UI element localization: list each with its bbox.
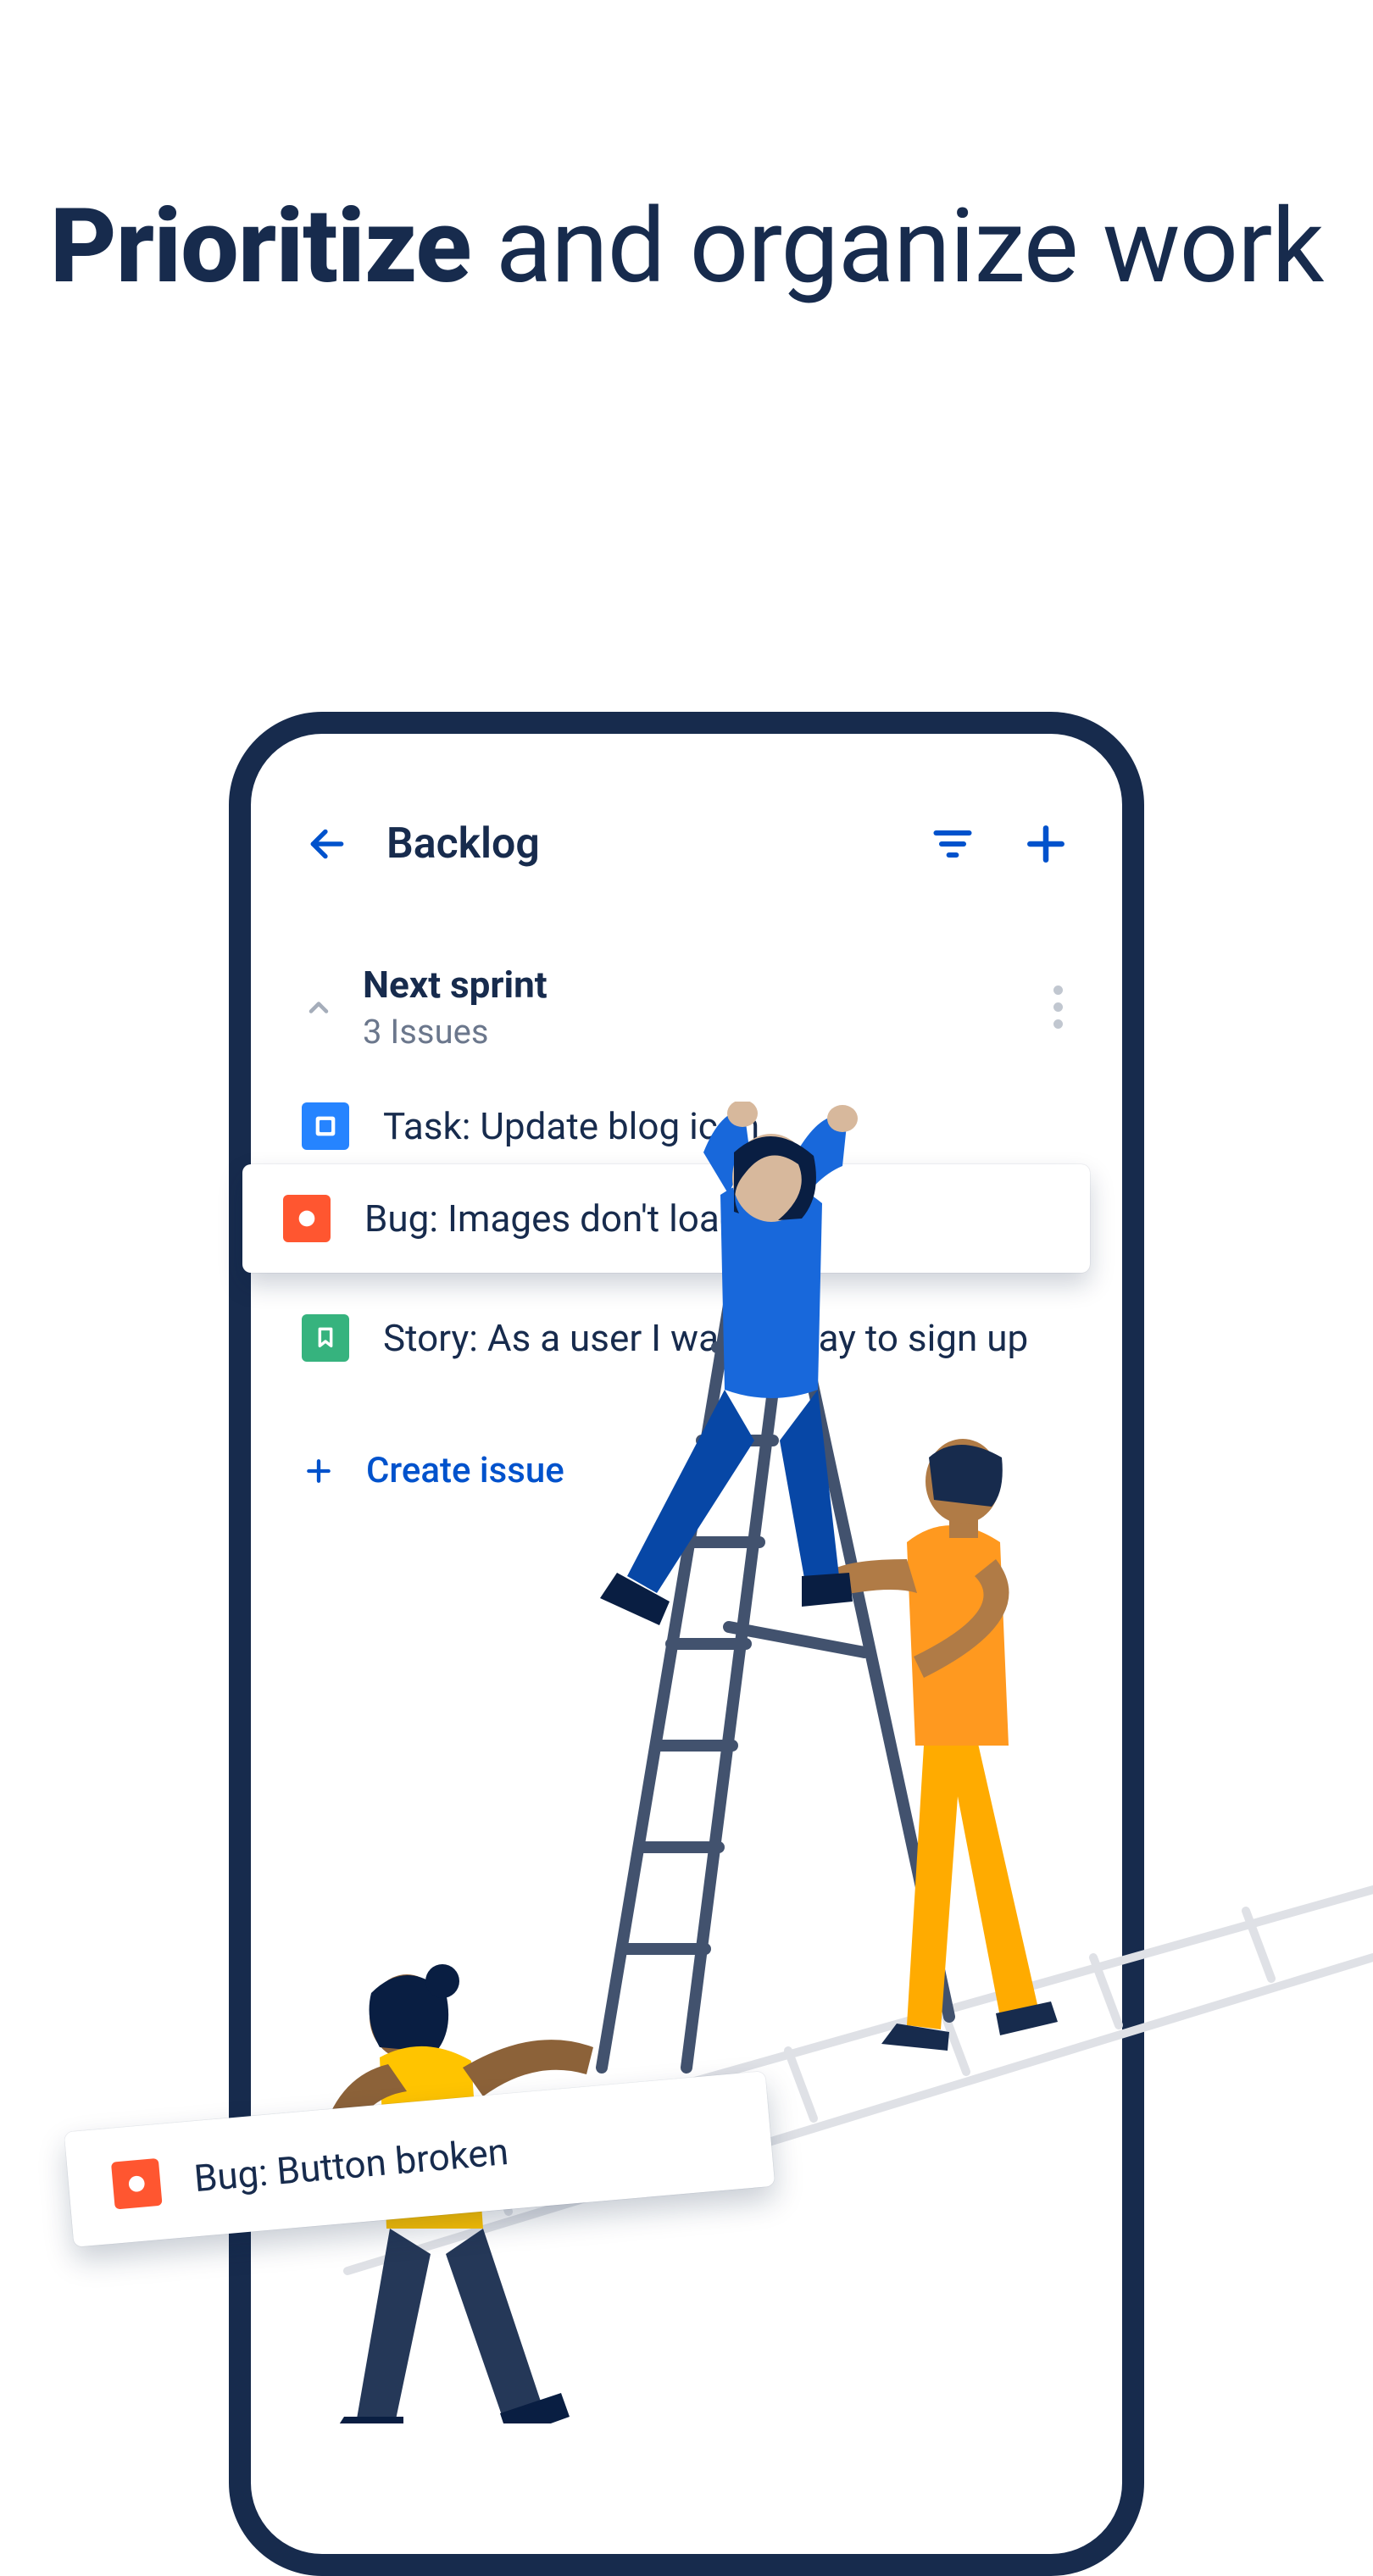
sprint-section-header[interactable]: Next sprint 3 Issues xyxy=(251,869,1122,1052)
headline-bold: Prioritize xyxy=(50,186,471,307)
issue-label: Bug: Button broken xyxy=(192,2129,510,2201)
back-button[interactable] xyxy=(302,819,353,869)
section-subtitle: 3 Issues xyxy=(363,1012,1026,1052)
section-more-button[interactable] xyxy=(1053,985,1071,1029)
add-button[interactable] xyxy=(1020,819,1071,869)
filter-button[interactable] xyxy=(927,819,978,869)
issue-label: Story: As a user I want a way to sign up xyxy=(383,1316,1028,1360)
story-icon xyxy=(302,1314,349,1362)
header-actions xyxy=(927,819,1071,869)
plus-icon xyxy=(1022,820,1070,868)
headline-rest: and organize work xyxy=(471,186,1324,307)
section-text: Next sprint 3 Issues xyxy=(363,963,1026,1052)
phone-screen: Backlog Next sprint 3 Issues xyxy=(251,734,1122,2554)
collapse-toggle[interactable] xyxy=(302,991,336,1024)
bug-icon xyxy=(283,1195,331,1242)
dragging-issue-card[interactable]: Bug: Images don't load xyxy=(242,1164,1090,1273)
back-arrow-icon xyxy=(306,823,348,865)
create-issue-label: Create issue xyxy=(366,1450,564,1491)
app-header: Backlog xyxy=(251,734,1122,869)
chevron-up-icon xyxy=(303,992,334,1023)
marketing-headline: Prioritize and organize work xyxy=(0,182,1373,312)
plus-icon xyxy=(302,1454,336,1488)
bug-icon xyxy=(111,2158,163,2210)
more-vertical-icon xyxy=(1053,985,1063,995)
issue-label: Bug: Images don't load xyxy=(364,1196,741,1241)
create-issue-button[interactable]: Create issue xyxy=(251,1382,1122,1491)
issue-row-story[interactable]: Story: As a user I want a way to sign up xyxy=(251,1294,1122,1382)
issue-row-task[interactable]: Task: Update blog icon xyxy=(251,1052,1122,1150)
filter-icon xyxy=(931,822,975,866)
task-icon xyxy=(302,1102,349,1150)
issue-label: Task: Update blog icon xyxy=(383,1104,759,1148)
section-title: Next sprint xyxy=(363,963,1026,1007)
screen-title: Backlog xyxy=(386,819,893,869)
phone-frame: Backlog Next sprint 3 Issues xyxy=(229,712,1144,2576)
